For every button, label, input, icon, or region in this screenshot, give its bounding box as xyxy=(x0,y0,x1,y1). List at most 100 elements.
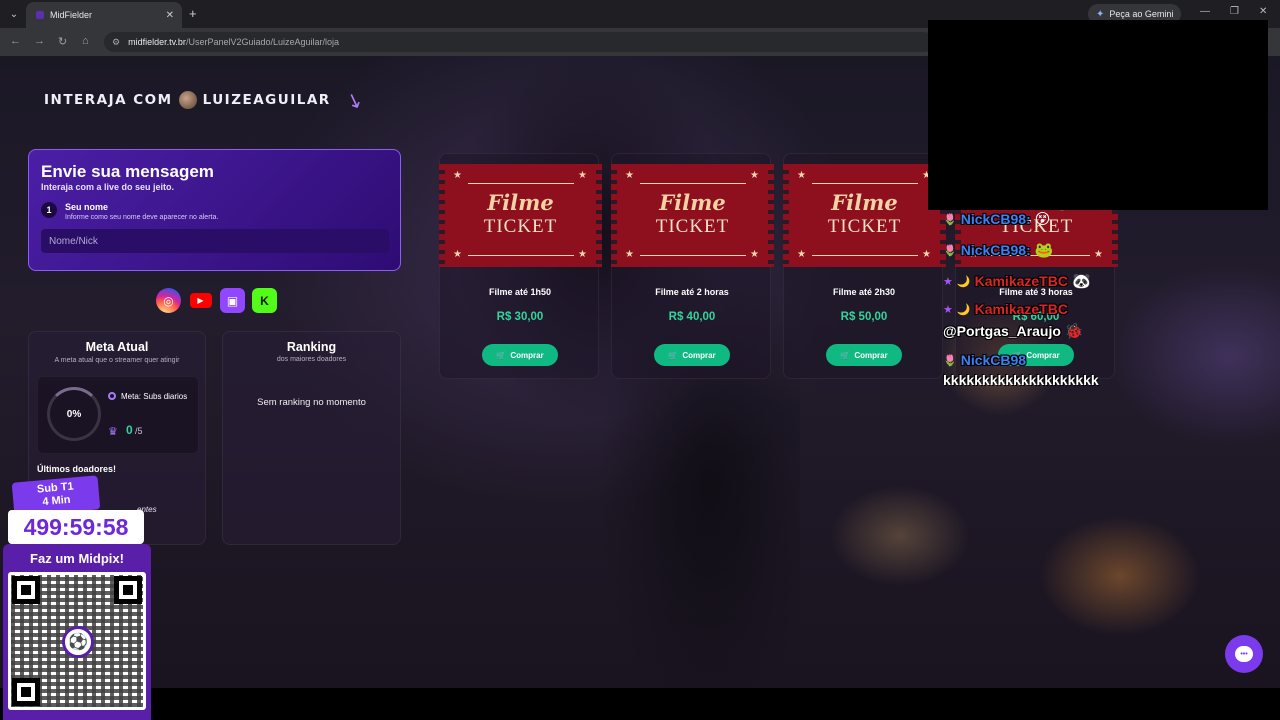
youtube-icon[interactable]: ▶ xyxy=(188,288,213,313)
emote-icon: 🐞 xyxy=(1064,323,1084,340)
step-label: Seu nome xyxy=(65,202,109,212)
star-icon: ★ xyxy=(578,170,587,181)
close-tab-icon[interactable]: ✕ xyxy=(166,10,174,21)
star-icon: ★ xyxy=(578,249,587,260)
star-icon: ★ xyxy=(1094,249,1103,260)
minimize-icon[interactable]: — xyxy=(1200,6,1210,17)
star-icon: ★ xyxy=(625,170,634,181)
page-title: INTERAJA COM LUIZEAGUILAR xyxy=(44,91,331,109)
tab-search-icon[interactable]: ⌄ xyxy=(6,6,22,22)
chat-line: 🌷 NickCB98: 😵 xyxy=(943,210,1050,228)
buy-label: Comprar xyxy=(510,350,544,360)
ranking-title: Ranking xyxy=(286,340,337,354)
home-icon[interactable]: ⌂ xyxy=(82,35,89,47)
gemini-label: Peça ao Gemini xyxy=(1109,9,1174,19)
new-tab-icon[interactable]: + xyxy=(189,6,197,21)
ticket-title: Filme xyxy=(659,190,726,215)
buy-label: Comprar xyxy=(854,350,888,360)
star-badge-icon: ★ xyxy=(943,303,953,316)
ranking-empty: Sem ranking no momento xyxy=(257,397,366,408)
forward-icon[interactable]: → xyxy=(34,35,45,47)
site-info-icon[interactable]: ⚙ xyxy=(112,37,120,48)
star-icon: ★ xyxy=(797,249,806,260)
star-icon: ★ xyxy=(453,249,462,260)
url-path: /UserPanelV2Guiado/LuizeAguilar/loja xyxy=(185,37,340,47)
cart-icon: 🛒 xyxy=(840,350,851,360)
browser-tab[interactable]: MidFielder ✕ xyxy=(26,2,182,28)
goal-target: /5 xyxy=(135,426,143,436)
crown-icon: ♛ xyxy=(108,426,118,438)
goal-current: 0 xyxy=(126,423,133,437)
name-input[interactable] xyxy=(41,229,389,253)
buy-label: Comprar xyxy=(1026,350,1060,360)
product-name: Filme até 2h30 xyxy=(832,287,896,297)
product-card: ★ ★ Filme TICKET ★ ★ Filme até 1h50 R$ 3… xyxy=(439,153,602,379)
instagram-icon[interactable]: ◎ xyxy=(156,288,181,313)
chat-username: KamikazeTBC xyxy=(974,301,1068,317)
back-icon[interactable]: ← xyxy=(10,35,21,47)
product-name: Filme até 2 horas xyxy=(655,287,729,297)
step-name: 1 Seu nome Informe como seu nome deve ap… xyxy=(41,202,388,221)
qr-finder xyxy=(12,576,40,604)
midfielder-logo-icon: ⚽ xyxy=(62,626,94,658)
taskbar-strip xyxy=(0,688,1280,720)
title-prefix: INTERAJA COM xyxy=(44,92,173,108)
qr-finder xyxy=(12,678,40,706)
product-price: R$ 40,00 xyxy=(668,311,716,323)
ticket-title: Filme xyxy=(831,190,898,215)
step-help: Informe como seu nome deve aparecer no a… xyxy=(65,214,219,221)
goal-title: Meta Atual xyxy=(85,340,149,354)
chat-line: 🌷 NickCB98: 🐸 xyxy=(943,241,1053,259)
maximize-icon[interactable]: ❐ xyxy=(1230,6,1239,17)
arrow-down-icon: ↘ xyxy=(342,87,366,115)
chat-line: @Portgas_Araujo 🐞 xyxy=(943,322,1084,340)
star-icon: ★ xyxy=(625,249,634,260)
kick-icon[interactable]: K xyxy=(252,288,277,313)
chat-username: KamikazeTBC xyxy=(974,273,1068,289)
star-icon: ★ xyxy=(750,249,759,260)
gemini-sparkle-icon: ✦ xyxy=(1096,8,1105,20)
chat-username: NickCB98: xyxy=(960,242,1031,258)
product-price: R$ 30,00 xyxy=(496,311,544,323)
chat-icon: ••• xyxy=(1235,646,1253,662)
star-badge-icon: ★ xyxy=(943,275,953,288)
emote-icon: 🐼 xyxy=(1071,273,1091,290)
pix-qr-code: ⚽ xyxy=(8,572,146,710)
message-form-title: Envie sua mensagem xyxy=(41,162,214,181)
chat-username: NickCB98: xyxy=(960,211,1031,227)
url-field[interactable]: ⚙ midfielder.tv.br/UserPanelV2Guiado/Lui… xyxy=(104,32,934,52)
ticket-divider xyxy=(812,255,918,256)
ticket-subtitle: TICKET xyxy=(655,216,730,237)
star-icon: ★ xyxy=(750,170,759,181)
midpix-title: Faz um Midpix! xyxy=(30,551,124,566)
twitch-icon[interactable]: ▣ xyxy=(220,288,245,313)
support-chat-button[interactable]: ••• xyxy=(1225,635,1263,673)
donors-title: Últimos doadores! xyxy=(37,464,117,474)
buy-button[interactable]: 🛒 Comprar xyxy=(654,344,730,366)
video-overlay xyxy=(928,20,1268,210)
star-icon: ★ xyxy=(453,170,462,181)
subathon-timer: 499:59:58 xyxy=(8,510,144,544)
buy-label: Comprar xyxy=(682,350,716,360)
close-window-icon[interactable]: ✕ xyxy=(1259,6,1267,17)
ticket-image: ★ ★ Filme TICKET ★ ★ xyxy=(611,164,774,267)
streamer-avatar xyxy=(178,91,197,109)
chat-line: ★ 🌙 KamikazeTBC xyxy=(943,301,1068,317)
frog-emote-icon: 🐸 xyxy=(1034,242,1054,259)
flower-badge-icon: 🌷 xyxy=(943,244,957,257)
chat-line: kkkkkkkkkkkkkkkkkkkk xyxy=(943,372,1099,388)
title-streamer-name: LUIZEAGUILAR xyxy=(202,92,331,108)
midfielder-favicon-icon xyxy=(36,11,44,19)
message-form-card: Envie sua mensagem Interaja com a live d… xyxy=(28,149,401,271)
goal-box: 0% Meta: Subs diarios ♛ 0 /5 xyxy=(37,376,199,454)
buy-button[interactable]: 🛒 Comprar xyxy=(826,344,902,366)
buy-button[interactable]: 🛒 Comprar xyxy=(482,344,558,366)
ticket-divider xyxy=(468,255,574,256)
chat-username: NickCB98 xyxy=(960,352,1027,368)
ticket-subtitle: TICKET xyxy=(827,216,902,237)
chat-line: ★ 🌙 KamikazeTBC 🐼 xyxy=(943,272,1091,290)
ticket-divider xyxy=(812,183,918,184)
reload-icon[interactable]: ↻ xyxy=(58,35,67,48)
product-card: ★ ★ Filme TICKET ★ ★ Filme até 2h30 R$ 5… xyxy=(783,153,946,379)
ticket-image: ★ ★ Filme TICKET ★ ★ xyxy=(783,164,946,267)
